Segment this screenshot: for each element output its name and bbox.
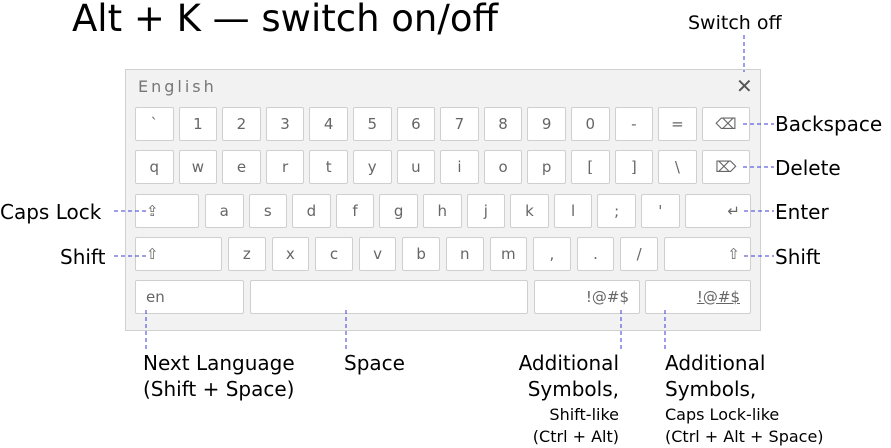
- callout-symbols-shift-line4: (Ctrl + Alt): [532, 427, 619, 446]
- callout-enter: Enter: [775, 200, 829, 224]
- callout-backspace: Backspace: [775, 112, 883, 136]
- callout-shift-left: Shift: [60, 245, 106, 269]
- callout-symbols-caps-line2: Symbols,: [665, 377, 757, 401]
- callout-symbols-shift-line3: Shift-like: [549, 405, 619, 424]
- callout-switch-off: Switch off: [688, 12, 782, 34]
- callout-delete: Delete: [775, 156, 841, 180]
- callout-symbols-shift-line2: Symbols,: [527, 377, 619, 401]
- callout-space: Space: [344, 351, 405, 375]
- callout-caps-lock: Caps Lock: [0, 200, 102, 224]
- callout-shift-right: Shift: [775, 245, 821, 269]
- callout-symbols-caps-line1: Additional: [665, 351, 766, 375]
- callout-symbols-caps-line4: (Ctrl + Alt + Space): [665, 427, 824, 446]
- callout-symbols-shift-line1: Additional: [518, 351, 619, 375]
- callout-symbols-caps-line3: Caps Lock-like: [665, 405, 780, 424]
- callout-next-language-line1: Next Language: [143, 351, 295, 375]
- callout-next-language-line2: (Shift + Space): [143, 377, 295, 401]
- leader-lines: [114, 35, 774, 352]
